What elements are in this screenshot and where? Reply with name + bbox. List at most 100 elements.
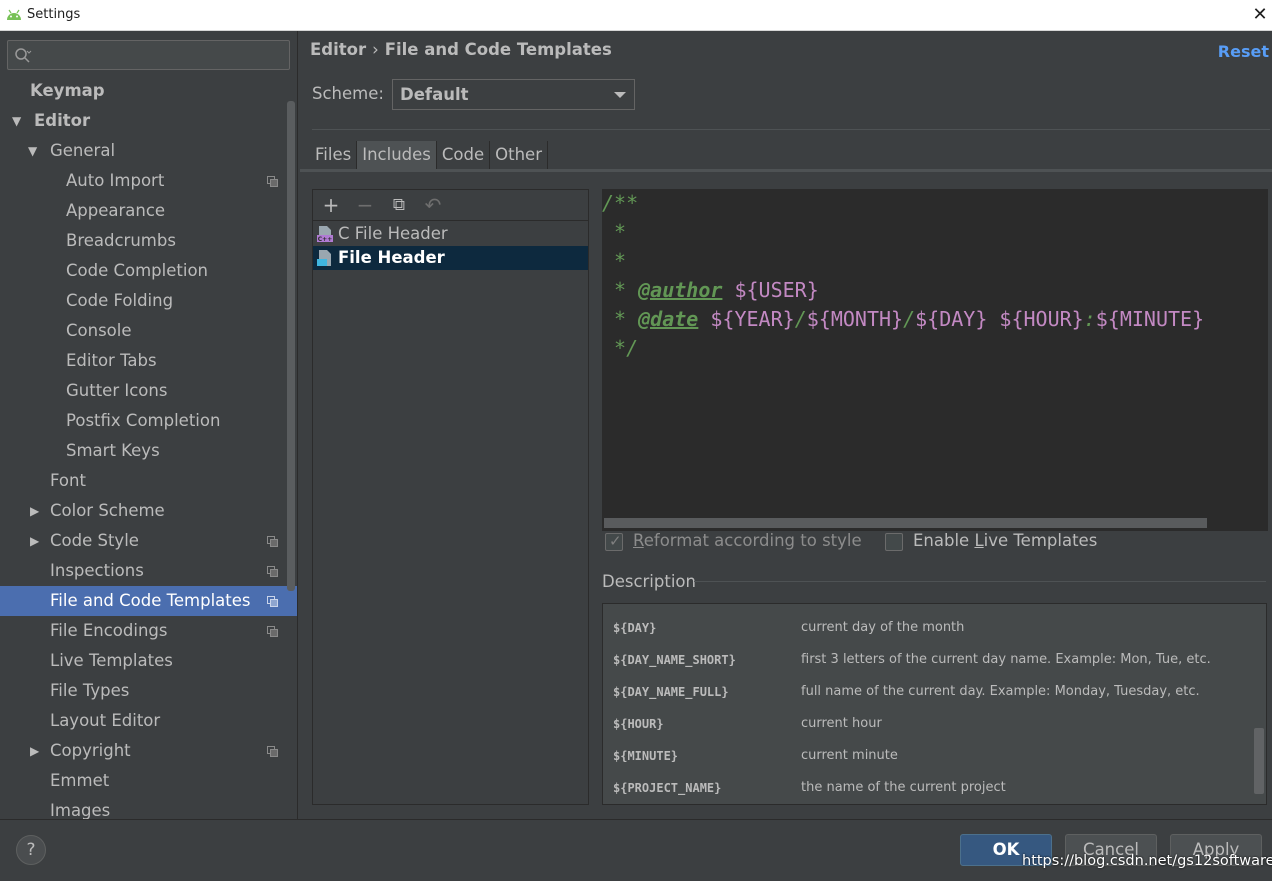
tree-item-keymap[interactable]: Keymap [0, 76, 297, 106]
checkmark-icon: ✓ [609, 532, 622, 550]
collapsed-arrow-icon[interactable]: ▶ [30, 526, 44, 556]
breadcrumb-root[interactable]: Editor [310, 40, 366, 59]
copy-template-icon[interactable]: ⧉ [389, 195, 409, 215]
tree-item-editor-tabs[interactable]: Editor Tabs [0, 346, 297, 376]
template-label: File Header [338, 248, 445, 267]
variable-description: current hour [801, 716, 882, 731]
tab-includes[interactable]: Includes [357, 141, 437, 169]
tree-item-label: Postfix Completion [66, 411, 221, 430]
tree-item-emmet[interactable]: Emmet [0, 766, 297, 796]
description-scrollbar[interactable] [1254, 728, 1264, 794]
tree-item-label: Gutter Icons [66, 381, 168, 400]
tree-item-console[interactable]: Console [0, 316, 297, 346]
expanded-arrow-icon[interactable]: ▼ [12, 106, 26, 136]
remove-template-icon[interactable]: − [355, 195, 375, 215]
tree-item-appearance[interactable]: Appearance [0, 196, 297, 226]
tree-item-label: Live Templates [50, 651, 173, 670]
mnemonic-letter: L [974, 531, 984, 550]
tree-item-code-style[interactable]: ▶ Code Style [0, 526, 297, 556]
tree-item-file-types[interactable]: File Types [0, 676, 297, 706]
template-label: C File Header [338, 224, 448, 243]
tree-item-general[interactable]: ▼ General [0, 136, 297, 166]
revert-template-icon[interactable]: ↶ [423, 195, 443, 215]
tree-item-copyright[interactable]: ▶ Copyright [0, 736, 297, 766]
tree-item-label: Images [50, 801, 111, 819]
tree-item-images[interactable]: Images [0, 796, 297, 819]
tree-item-label: File Types [50, 681, 130, 700]
scheme-value: Default [400, 85, 469, 104]
variable-description: current day of the month [801, 620, 965, 635]
tab-files[interactable]: Files [310, 141, 358, 169]
description-panel: ${DAY} current day of the month ${DAY_NAM… [602, 603, 1267, 805]
tree-item-label: Keymap [30, 81, 105, 100]
live-templates-checkbox[interactable] [885, 533, 903, 551]
tree-item-gutter-icons[interactable]: Gutter Icons [0, 376, 297, 406]
label-text: ive Templates [983, 531, 1098, 550]
comment-text: * [602, 278, 639, 302]
template-list-panel: + − ⧉ ↶ C++ C File Header File Header [312, 189, 589, 805]
search-field[interactable] [7, 40, 290, 70]
reset-link[interactable]: Reset [1218, 42, 1269, 61]
editor-horizontal-scrollbar[interactable] [604, 518, 1207, 528]
tree-item-label: Code Folding [66, 291, 174, 310]
add-template-icon[interactable]: + [321, 195, 341, 215]
project-settings-icon [267, 746, 278, 757]
template-code-editor[interactable]: /** * * * @author ${USER} * @date ${YEAR… [602, 189, 1268, 531]
comment-text: * [602, 249, 627, 273]
code-line: * [602, 247, 626, 276]
tree-item-font[interactable]: Font [0, 466, 297, 496]
sidebar-scrollbar[interactable] [287, 101, 295, 591]
collapsed-arrow-icon[interactable]: ▶ [30, 736, 44, 766]
tree-item-postfix-completion[interactable]: Postfix Completion [0, 406, 297, 436]
java-file-icon [317, 250, 331, 266]
tree-item-live-templates[interactable]: Live Templates [0, 646, 297, 676]
close-icon[interactable]: ✕ [1248, 0, 1272, 31]
tree-item-file-encodings[interactable]: File Encodings [0, 616, 297, 646]
collapsed-arrow-icon[interactable]: ▶ [30, 496, 44, 526]
help-button[interactable]: ? [16, 835, 46, 865]
tree-item-label: Appearance [66, 201, 166, 220]
template-variable: ${MONTH} [806, 307, 904, 331]
label-text: eformat according to style [643, 531, 862, 550]
reformat-checkbox[interactable]: ✓ [605, 532, 623, 551]
breadcrumb: Editor › File and Code Templates [310, 40, 612, 59]
tree-item-breadcrumbs[interactable]: Breadcrumbs [0, 226, 297, 256]
code-line: * @date ${YEAR}/${MONTH}/${DAY} ${HOUR}:… [602, 305, 1204, 334]
tab-other[interactable]: Other [490, 141, 548, 169]
tree-item-auto-import[interactable]: Auto Import [0, 166, 297, 196]
tree-item-label: Color Scheme [50, 501, 165, 520]
project-settings-icon [267, 596, 278, 607]
template-variable: ${YEAR} [710, 307, 795, 331]
template-toolbar: + − ⧉ ↶ [313, 190, 588, 221]
tree-item-smart-keys[interactable]: Smart Keys [0, 436, 297, 466]
code-line: * @author ${USER} [602, 276, 819, 305]
tree-item-inspections[interactable]: Inspections [0, 556, 297, 586]
tree-item-color-scheme[interactable]: ▶ Color Scheme [0, 496, 297, 526]
code-line: */ [602, 334, 638, 363]
project-settings-icon [267, 566, 278, 577]
variable-name: ${DAY_NAME_FULL} [613, 685, 729, 699]
tree-item-code-completion[interactable]: Code Completion [0, 256, 297, 286]
tree-item-label: Console [66, 321, 132, 340]
label-text: Enable [913, 531, 975, 550]
expanded-arrow-icon[interactable]: ▼ [28, 136, 42, 166]
scheme-dropdown[interactable]: Default [392, 79, 635, 110]
template-item-file-header[interactable]: File Header [313, 246, 588, 270]
tree-item-layout-editor[interactable]: Layout Editor [0, 706, 297, 736]
variable-description: current minute [801, 748, 898, 763]
dropdown-arrow-icon [614, 92, 626, 98]
variable-name: ${HOUR} [613, 717, 664, 731]
tree-item-label: Layout Editor [50, 711, 161, 730]
comment-text: /** [602, 191, 639, 215]
tree-item-file-and-code-templates[interactable]: File and Code Templates [0, 586, 297, 616]
svg-text:C++: C++ [318, 236, 332, 243]
tree-item-editor[interactable]: ▼ Editor [0, 106, 297, 136]
tree-item-label: Smart Keys [66, 441, 160, 460]
tab-code[interactable]: Code [436, 141, 491, 169]
reformat-label: Reformat according to style [633, 531, 862, 551]
tree-item-code-folding[interactable]: Code Folding [0, 286, 297, 316]
cpp-file-icon: C++ [317, 226, 333, 243]
template-item-c-file-header[interactable]: C++ C File Header [313, 222, 588, 246]
comment-text: * [602, 307, 639, 331]
variable-description: full name of the current day. Example: M… [801, 684, 1200, 699]
